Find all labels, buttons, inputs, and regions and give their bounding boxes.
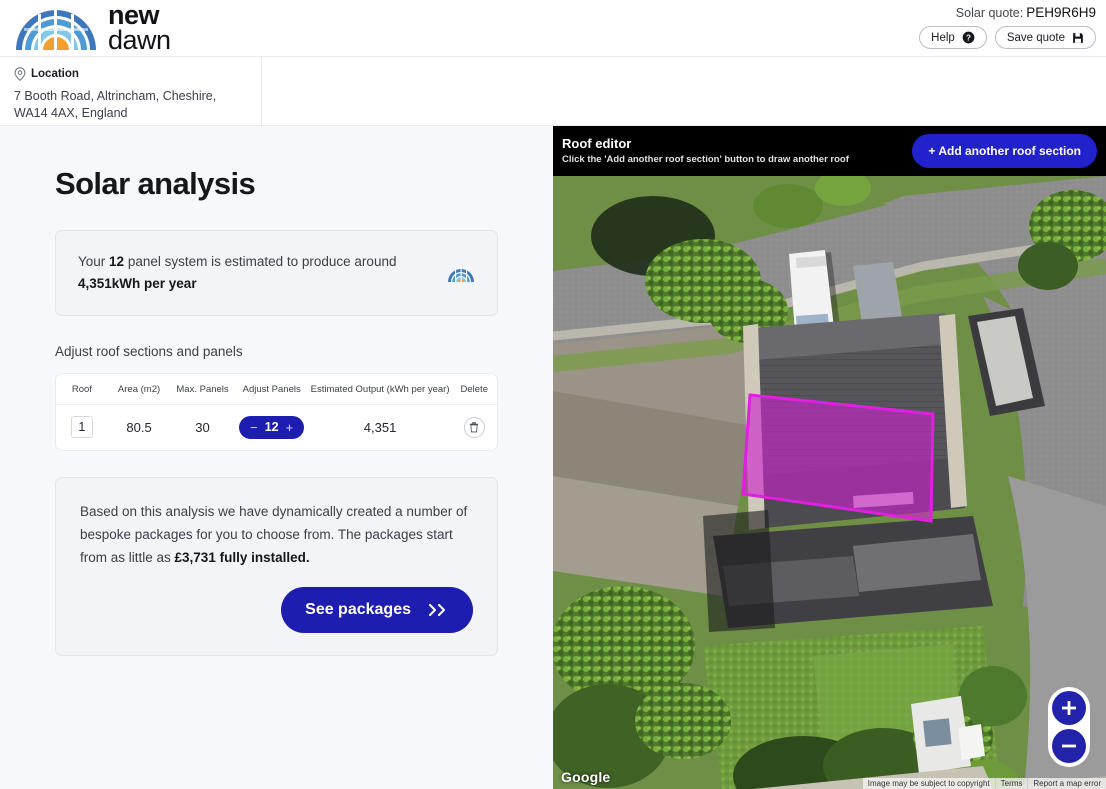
save-quote-button[interactable]: Save quote [994, 26, 1096, 49]
estimate-mid: panel system is estimated to produce aro… [124, 254, 397, 269]
help-button[interactable]: Help ? [919, 26, 987, 49]
quote-label: Solar quote: [955, 6, 1024, 20]
solar-quote-app: new dawn Solar quote: PEH9R6H9 Help ? Sav… [0, 0, 1106, 789]
col-delete: Delete [451, 373, 497, 405]
location-address: 7 Booth Road, Altrincham, Cheshire, WA14… [14, 89, 217, 120]
cell-delete [452, 404, 498, 450]
location-strip: Location 7 Booth Road, Altrincham, Chesh… [0, 57, 1106, 126]
action-buttons: Help ? Save quote [919, 26, 1096, 49]
brand-wordmark: new dawn [108, 2, 171, 55]
cell-adjust-panels: − 12 + [235, 404, 309, 450]
floppy-disk-icon [1073, 32, 1083, 43]
panel-value: 12 [264, 420, 279, 435]
svg-text:?: ? [966, 33, 971, 42]
help-label: Help [931, 31, 955, 44]
satellite-map[interactable]: Google Image may be subject to copyright… [553, 176, 1106, 789]
packages-price: £3,731 fully installed. [174, 550, 310, 566]
increment-panels-button[interactable]: + [286, 420, 294, 435]
col-roof: Roof [56, 373, 108, 405]
cell-roof: 1 [56, 404, 108, 450]
brand-line-2: dawn [108, 25, 171, 55]
save-quote-label: Save quote [1006, 31, 1065, 44]
zoom-controls [1048, 687, 1090, 767]
estimate-output: 4,351kWh [78, 275, 141, 291]
top-bar-actions: Solar quote: PEH9R6H9 Help ? Save quote [919, 5, 1096, 49]
location-header: Location [14, 67, 247, 81]
sun-dome-icon [448, 265, 474, 282]
zoom-out-button[interactable] [1052, 729, 1086, 763]
roof-table: Roof Area (m2) Max. Panels Adjust Panels… [56, 373, 497, 450]
location-label: Location [31, 68, 79, 80]
table-header-row: Roof Area (m2) Max. Panels Adjust Panels… [56, 373, 497, 405]
minus-icon [1062, 744, 1076, 748]
roof-sections-table: Roof Area (m2) Max. Panels Adjust Panels… [55, 372, 498, 451]
delete-roof-button[interactable] [463, 416, 485, 438]
table-section-label: Adjust roof sections and panels [55, 343, 243, 359]
estimate-card: Your 12 panel system is estimated to pro… [55, 230, 498, 316]
page-title: Solar analysis [55, 166, 256, 201]
google-logo: Google [561, 769, 611, 785]
location-cell: Location 7 Booth Road, Altrincham, Chesh… [0, 57, 262, 125]
trash-icon [470, 421, 479, 433]
quote-reference: Solar quote: PEH9R6H9 [956, 5, 1096, 20]
roof-editor-subtitle: Click the 'Add another roof section' but… [562, 153, 849, 165]
col-adjust-panels: Adjust Panels [234, 373, 309, 405]
col-max-panels: Max. Panels [170, 373, 235, 405]
estimate-text: Your 12 panel system is estimated to pro… [78, 251, 435, 295]
packages-card: Based on this analysis we have dynamical… [55, 476, 498, 657]
cell-max-panels: 30 [195, 419, 210, 435]
map-pin-icon [14, 67, 26, 81]
roof-editor-header: Roof editor Click the 'Add another roof … [553, 126, 1106, 176]
zoom-in-button[interactable] [1052, 691, 1086, 725]
table-row: 1 80.5 30 − 12 + 4,351 [56, 404, 497, 450]
packages-cta-row: See packages [80, 587, 473, 634]
plus-icon [1062, 701, 1076, 715]
packages-text: Based on this analysis we have dynamical… [80, 500, 473, 570]
quote-id: PEH9R6H9 [1026, 5, 1096, 20]
roof-editor-panel: Roof editor Click the 'Add another roof … [553, 126, 1106, 789]
estimate-prefix: Your [78, 254, 110, 269]
map-attribution: Image may be subject to copyright Terms … [862, 778, 1106, 789]
brand-logo[interactable]: new dawn [0, 2, 171, 55]
see-packages-label: See packages [305, 601, 411, 619]
see-packages-button[interactable]: See packages [281, 587, 473, 634]
attribution-terms[interactable]: Terms [994, 778, 1028, 789]
top-bar: new dawn Solar quote: PEH9R6H9 Help ? Sav… [0, 0, 1106, 57]
table-head: Roof Area (m2) Max. Panels Adjust Panels… [56, 373, 497, 405]
cell-area: 80.5 [126, 419, 152, 435]
add-roof-section-button[interactable]: + Add another roof section [912, 134, 1097, 168]
double-chevron-right-icon [428, 604, 446, 617]
roof-index: 1 [70, 416, 93, 439]
cell-estimated-output: 4,351 [363, 419, 397, 435]
table-body: 1 80.5 30 − 12 + 4,351 [56, 404, 497, 450]
col-estimated-output: Estimated Output (kWh per year) [308, 373, 452, 405]
attribution-copyright: Image may be subject to copyright [867, 779, 990, 788]
map-imagery [553, 176, 1106, 789]
roof-editor-title: Roof editor [562, 135, 632, 151]
sunrise-dome-logo-icon [16, 8, 96, 50]
decrement-panels-button[interactable]: − [250, 420, 258, 435]
panel-stepper[interactable]: − 12 + [239, 415, 305, 439]
question-circle-icon: ? [962, 31, 975, 44]
main-body: Solar analysis Your 12 panel system is e… [0, 126, 1106, 789]
attribution-report-error[interactable]: Report a map error [1027, 778, 1106, 789]
analysis-panel: Solar analysis Your 12 panel system is e… [0, 126, 553, 789]
roof-editor-header-text: Roof editor Click the 'Add another roof … [562, 136, 912, 167]
col-area: Area (m2) [107, 373, 171, 405]
estimate-suffix: per year [140, 275, 197, 291]
panel-count: 12 [109, 254, 125, 269]
